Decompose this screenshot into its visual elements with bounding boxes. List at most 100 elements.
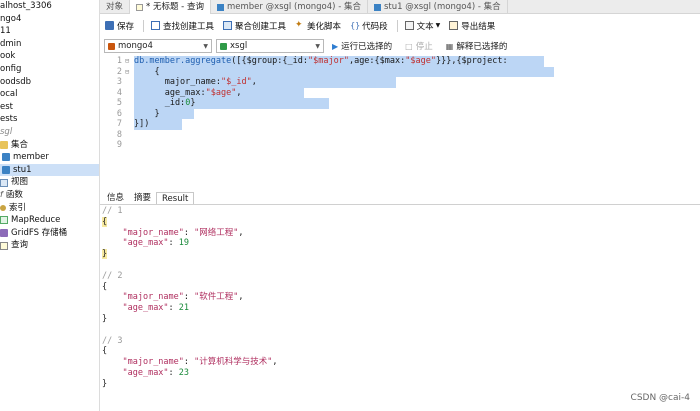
connection-selectors: mongo4 ▼ xsgl ▼ ▶ 运行已选择的 □ 停止 ▦ 解释已选择的 [100,37,700,55]
code-line[interactable]: 4 age_max:"$age", [100,87,700,98]
result-brace: { [100,282,700,293]
fold-icon[interactable]: ⊟ [125,56,129,67]
sidebar-item[interactable]: 索引 [0,202,99,215]
sidebar-item[interactable]: 11 [0,25,99,38]
collection-icon [216,3,224,11]
view-icon [0,178,8,187]
sidebar-item[interactable]: alhost_3306 [0,0,99,13]
sidebar-item[interactable]: 集合 [0,139,99,152]
sidebar-item[interactable]: 查询 [0,239,99,252]
sidebar-item-label: oodsdb [0,76,32,87]
sidebar-item[interactable]: est [0,101,99,114]
text-icon [404,21,414,30]
code-token: major_name: [134,77,221,87]
chevron-down-icon: ▼ [435,22,441,29]
brace: { [102,281,108,292]
sidebar-item-label: ests [0,114,18,125]
query-icon [136,3,144,11]
code-token: _id: [134,98,186,108]
sidebar-item-label: 函数 [5,189,23,200]
tab-result[interactable]: Result [156,192,195,204]
database-select[interactable]: xsgl ▼ [216,39,324,53]
stop-button[interactable]: □ 停止 [405,40,433,53]
result-brace: { [100,216,700,228]
query-icon [0,241,8,250]
code-line[interactable]: 9 [100,140,700,151]
sidebar-item[interactable]: ook [0,50,99,63]
tab-summary[interactable]: 摘要 [129,192,156,204]
line-number: 8 [116,129,122,140]
code-token: { [134,66,160,77]
sidebar-item[interactable]: stu1 [0,163,99,177]
sidebar-item[interactable]: f 函数 [0,189,99,202]
filter-icon [151,21,161,30]
result-index: // 2 [102,270,123,281]
export-results-button[interactable]: 导出结果 [449,20,495,32]
sidebar-item-label: est [0,101,13,112]
connection-select[interactable]: mongo4 ▼ [104,39,212,53]
sidebar-item[interactable]: oodsdb [0,76,99,89]
beautify-button[interactable]: ✦ 美化脚本 [295,20,341,32]
sidebar-item[interactable]: ests [0,113,99,126]
result-brace: } [100,314,700,325]
tab-stu1-collection[interactable]: stu1 @xsgl (mongo4) - 集合 [368,0,508,14]
code-line[interactable]: 8 [100,130,700,141]
sidebar-item[interactable]: member [0,151,99,164]
sidebar-item-label: 集合 [11,139,29,150]
sidebar-item[interactable]: ocal [0,88,99,101]
field-key: "major_name" [122,292,184,303]
save-icon [105,21,114,30]
sidebar-item-label: 查询 [11,240,29,251]
save-button[interactable]: 保存 [105,20,134,32]
result-index: // 1 [102,206,123,216]
sidebar-item[interactable]: MapReduce [0,214,99,227]
code-token: }}},{$project: [435,56,508,66]
result-field: "age_max": 23 [122,367,190,378]
brace: { [102,346,108,357]
fold-icon[interactable]: ⊟ [125,67,129,78]
snippet-button[interactable]: {} 代码段 [350,20,388,32]
run-selected-button[interactable]: ▶ 运行已选择的 [332,40,392,53]
tab-untitled-query[interactable]: * 无标题 - 查询 [130,0,211,14]
explain-selected-button[interactable]: ▦ 解释已选择的 [446,40,508,53]
sidebar-item[interactable]: sgl [0,126,99,139]
sidebar-item[interactable]: dmin [0,38,99,51]
sidebar-item[interactable]: onfig [0,63,99,76]
code-token: }]) [134,119,150,129]
code-line[interactable]: 3 major_name:"$_id", [100,77,700,88]
play-icon: ▶ [332,41,339,51]
code-text: }]) [134,119,149,130]
code-token: } [190,98,196,108]
code-line[interactable]: 7}]) [100,119,700,130]
sidebar-item-label: sgl [0,126,13,137]
code-line[interactable]: 5 _id:0} [100,98,700,109]
sidebar-item-label: ook [0,51,16,62]
code-line[interactable]: 1 ⊟ db.member.aggregate([{$group:{_id:"$ma… [100,56,700,67]
sidebar-item[interactable]: GridFS 存储桶 [0,227,99,240]
tab-objects[interactable]: 对象 [100,0,131,14]
code-token: "$age" [405,56,436,66]
tab-info[interactable]: 信息 [102,192,129,204]
find-builder-button[interactable]: 查找创建工具 [151,20,214,32]
aggregate-builder-button[interactable]: 聚合创建工具 [223,20,286,32]
table-icon [2,166,10,175]
result-brace: } [100,379,700,390]
line-number: 3 [116,77,122,87]
line-number: 4 [116,87,122,98]
toolbar-divider [143,19,145,32]
code-line[interactable]: 6 } [100,108,700,119]
code-token: , [251,77,257,87]
field-value: "计算机科学与技术" [194,357,273,368]
func-icon: f [0,189,3,199]
tab-member-collection[interactable]: member @xsgl (mongo4) - 集合 [211,0,368,14]
query-editor[interactable]: 1 ⊟ db.member.aggregate([{$group:{_id:"$ma… [100,56,700,186]
code-line[interactable]: 2 ⊟ { [100,66,700,78]
sidebar-item-label: ocal [0,89,18,100]
sidebar-item[interactable]: ngo4 [0,13,99,26]
field-value: 23 [178,367,190,378]
text-dropdown[interactable]: 文本 ▼ [404,20,441,32]
code-token: } [134,108,160,119]
line-number: 6 [116,108,122,119]
sidebar-item[interactable]: 视图 [0,176,99,189]
